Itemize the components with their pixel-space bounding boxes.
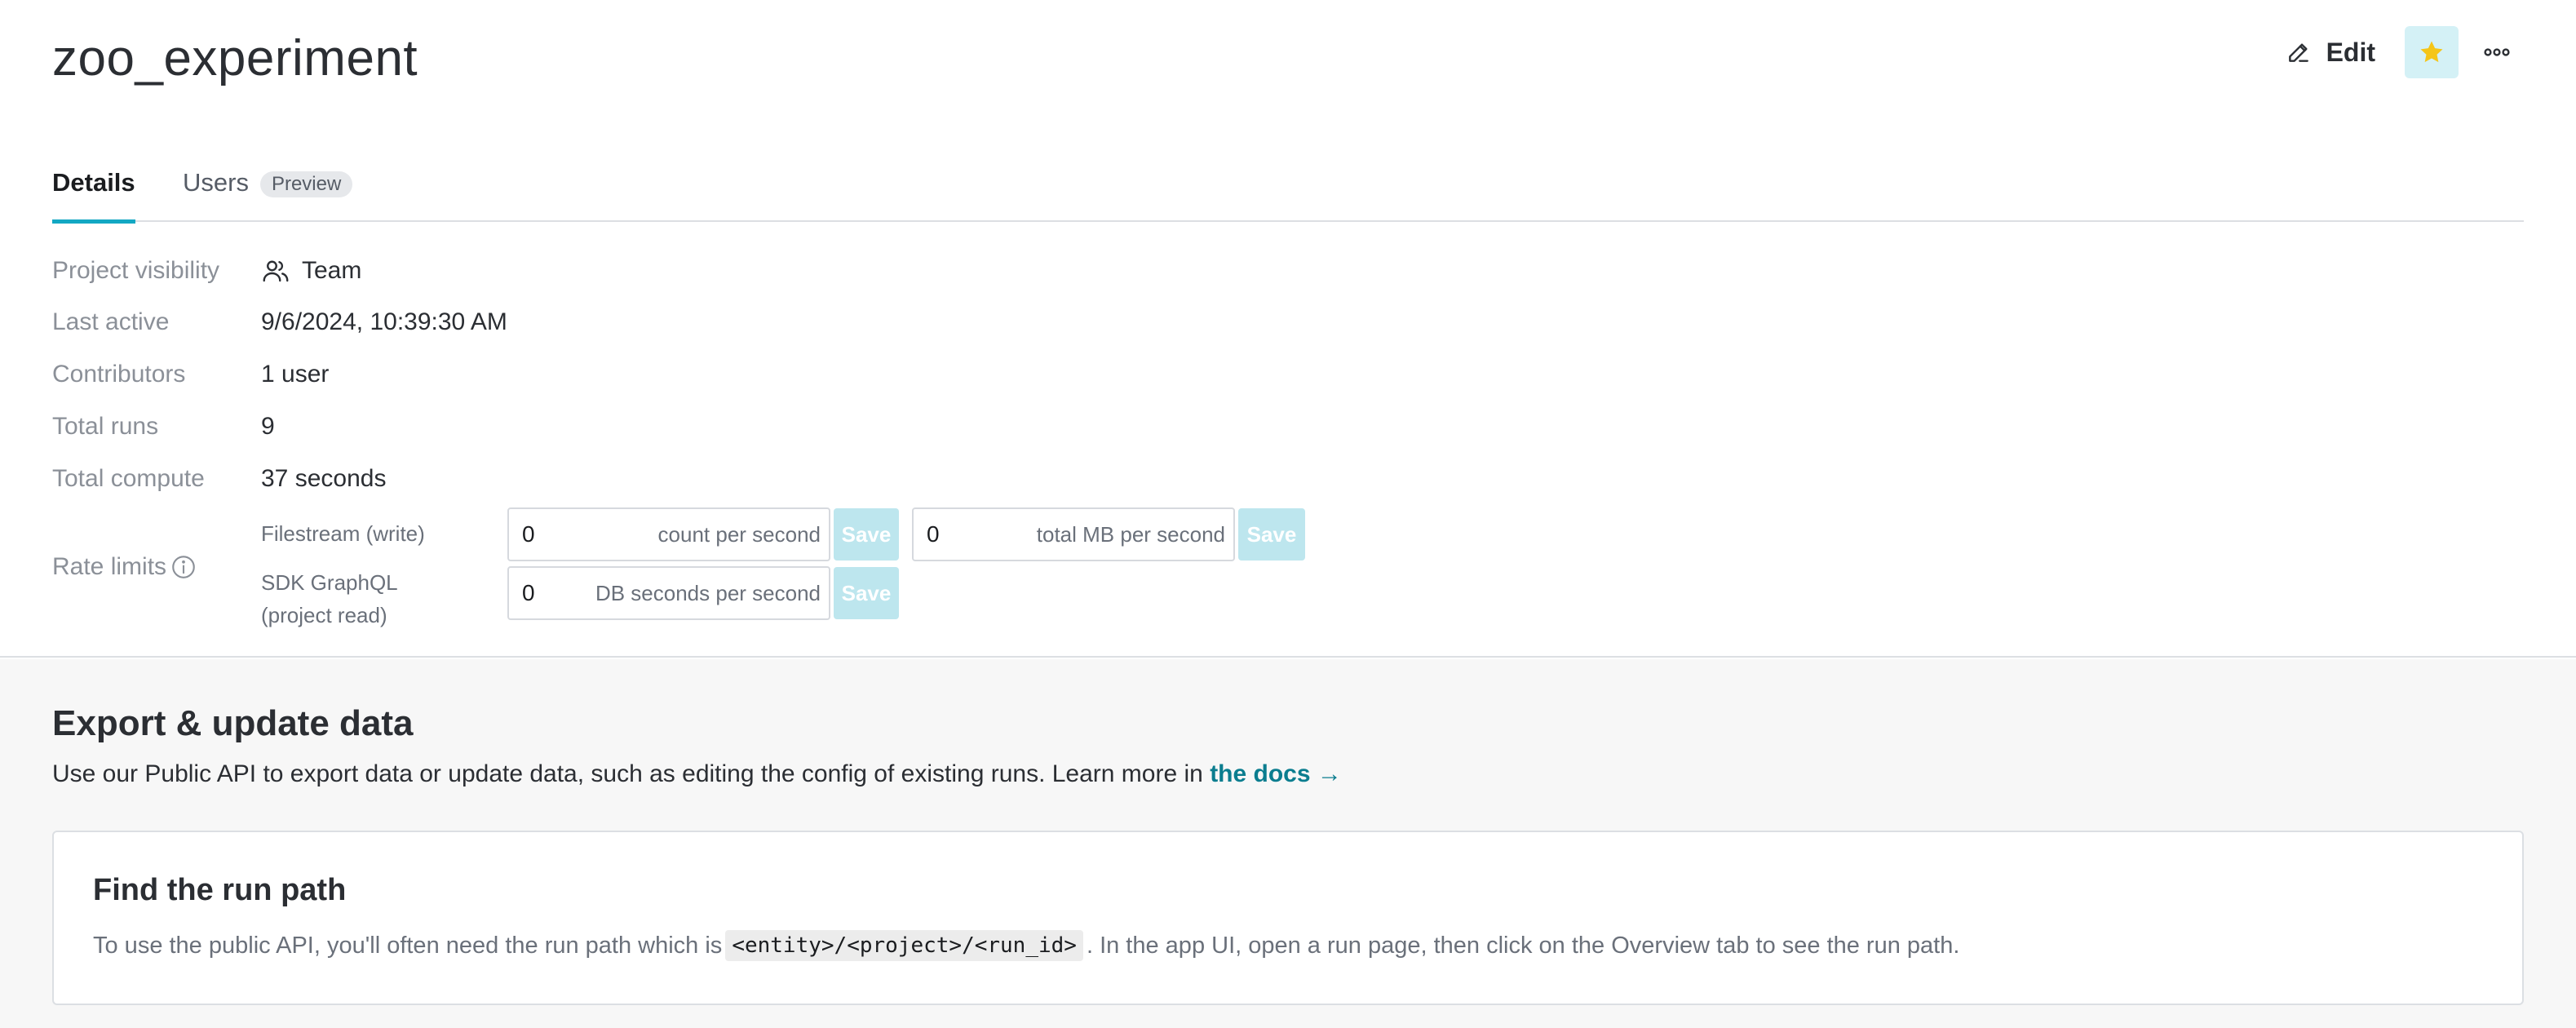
graphql-label: SDK GraphQL (project read) <box>261 566 398 631</box>
graphql-label-line2: (project read) <box>261 603 387 627</box>
pencil-icon <box>2288 43 2308 62</box>
team-icon <box>263 260 289 282</box>
detail-label: Total runs <box>52 413 159 440</box>
visibility-value: Team <box>302 257 362 284</box>
edit-label: Edit <box>2326 37 2375 67</box>
tab-users-label: Users <box>183 168 249 197</box>
ellipsis-icon <box>2484 48 2510 56</box>
more-options-button[interactable] <box>2470 26 2524 78</box>
filestream-label: Filestream (write) <box>261 521 425 546</box>
input-value: 0 <box>522 580 535 605</box>
filestream-count-input[interactable]: 0 count per second <box>507 507 830 561</box>
detail-row-last-active: Last active 9/6/2024, 10:39:30 AM <box>52 308 507 336</box>
card-text: To use the public API, you'll often need… <box>93 930 1959 961</box>
project-overview: zoo_experiment Edit Details Users Previe… <box>0 0 2576 658</box>
filestream-mb-save-button[interactable]: Save <box>1238 508 1305 561</box>
export-description-text: Use our Public API to export data or upd… <box>52 760 1203 787</box>
edit-button[interactable]: Edit <box>2273 26 2388 78</box>
detail-value: Team <box>261 256 361 286</box>
detail-row-total-runs: Total runs 9 <box>52 413 275 441</box>
input-unit: DB seconds per second <box>595 580 821 605</box>
detail-label: Project visibility <box>52 257 220 284</box>
detail-label: Contributors <box>52 361 186 388</box>
tab-users[interactable]: Users Preview <box>183 160 353 222</box>
export-title: Export & update data <box>52 703 414 743</box>
contributors-value: 1 user <box>261 361 330 388</box>
card-title: Find the run path <box>93 873 347 907</box>
star-button[interactable] <box>2405 26 2459 78</box>
filestream-mb-input[interactable]: 0 total MB per second <box>912 507 1235 561</box>
run-path-card: Find the run path To use the public API,… <box>52 831 2524 1005</box>
input-unit: total MB per second <box>1036 521 1225 547</box>
tab-details-label: Details <box>52 168 135 197</box>
graphql-input[interactable]: 0 DB seconds per second <box>507 566 830 620</box>
export-description: Use our Public API to export data or upd… <box>52 760 1342 788</box>
card-text-before: To use the public API, you'll often need… <box>93 932 723 959</box>
graphql-label-line1: SDK GraphQL <box>261 570 398 595</box>
filestream-count-save-button[interactable]: Save <box>834 508 899 561</box>
detail-label: Total compute <box>52 465 205 492</box>
graphql-save-button[interactable]: Save <box>834 567 899 619</box>
export-section: Export & update data Use our Public API … <box>0 659 2576 1028</box>
run-path-code: <entity>/<project>/<run_id> <box>725 930 1083 961</box>
input-value: 0 <box>927 521 940 547</box>
info-icon[interactable] <box>170 553 197 581</box>
input-value: 0 <box>522 521 535 547</box>
docs-link[interactable]: the docs → <box>1210 760 1342 787</box>
rate-limits-label: Rate limits <box>52 553 197 581</box>
card-text-after: . In the app UI, open a run page, then c… <box>1086 932 1960 959</box>
page-title: zoo_experiment <box>52 30 418 86</box>
detail-row-total-compute: Total compute 37 seconds <box>52 465 386 493</box>
total-compute-value: 37 seconds <box>261 465 387 492</box>
tab-bar: Details Users Preview <box>52 160 2524 224</box>
detail-label: Last active <box>52 308 170 335</box>
tab-details[interactable]: Details <box>52 160 135 224</box>
star-icon <box>2420 41 2443 63</box>
preview-badge: Preview <box>259 171 353 197</box>
rate-limits-text: Rate limits <box>52 553 167 580</box>
total-runs-value: 9 <box>261 413 275 440</box>
header-actions: Edit <box>2273 26 2524 78</box>
detail-row-contributors: Contributors 1 user <box>52 361 329 388</box>
detail-row-visibility: Project visibility Team <box>52 256 361 286</box>
last-active-value: 9/6/2024, 10:39:30 AM <box>261 308 507 335</box>
input-unit: count per second <box>657 521 821 547</box>
